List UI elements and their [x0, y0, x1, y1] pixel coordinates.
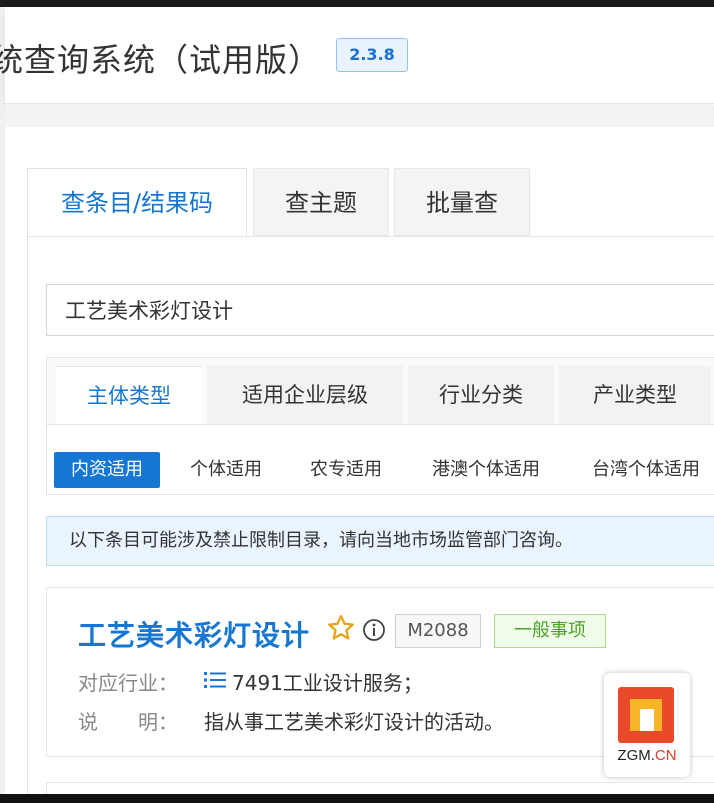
filter-domestic[interactable]: 内资适用: [54, 452, 160, 488]
filter-individual[interactable]: 个体适用: [178, 452, 274, 488]
top-edge: [0, 0, 714, 7]
search-input[interactable]: [46, 284, 714, 336]
watermark-text: ZGM.CN: [604, 747, 690, 764]
industry-label: 对应行业：: [78, 671, 178, 695]
list-icon: [204, 672, 226, 688]
subtab-entity-type[interactable]: 主体类型: [56, 366, 202, 424]
version-badge: 2.3.8: [336, 38, 408, 72]
subtab-enterprise-level[interactable]: 适用企业层级: [207, 366, 403, 424]
watermark-text-accent: CN: [654, 747, 677, 764]
result-code-badge: M2088: [395, 614, 481, 648]
industry-value[interactable]: 7491工业设计服务；: [232, 667, 423, 696]
next-result-card: [46, 782, 714, 794]
filter-taiwan[interactable]: 台湾个体适用: [578, 452, 714, 488]
filter-hk-macau[interactable]: 港澳个体适用: [418, 452, 554, 488]
info-icon[interactable]: [362, 618, 386, 642]
result-type-badge: 一般事项: [494, 614, 606, 648]
subtab-industry[interactable]: 行业分类: [408, 366, 554, 424]
tab-item-code-search[interactable]: 查条目/结果码: [27, 168, 247, 236]
watermark-logo-cut: [640, 709, 654, 731]
subtab-sector-type[interactable]: 产业类型: [559, 366, 711, 424]
header-separator: [5, 105, 714, 127]
tab-topic-search[interactable]: 查主题: [253, 168, 389, 236]
app-title: 统查询系统（试用版）: [0, 41, 322, 79]
description-value: 指从事工艺美术彩灯设计的活动。: [204, 710, 504, 734]
watermark-text-main: ZGM.: [617, 747, 655, 764]
tab-batch-search[interactable]: 批量查: [394, 168, 530, 236]
notice-banner: 以下条目可能涉及禁止限制目录，请向当地市场监管部门咨询。: [46, 516, 714, 566]
filter-farmer-coop[interactable]: 农专适用: [298, 452, 394, 488]
result-title[interactable]: 工艺美术彩灯设计: [78, 614, 310, 654]
app-header: 统查询系统（试用版） 2.3.8: [0, 7, 714, 104]
bottom-edge: [0, 794, 714, 803]
star-outline-icon[interactable]: [326, 613, 356, 643]
description-label: 说 明：: [78, 710, 178, 734]
